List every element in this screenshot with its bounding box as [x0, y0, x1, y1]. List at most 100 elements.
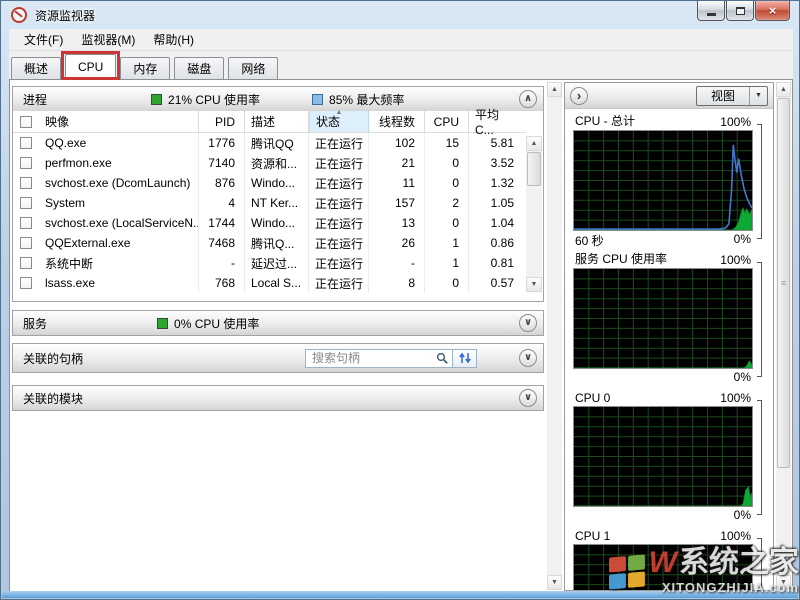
right-pane-scrollbar[interactable]: ▲ ≡ ▼ [776, 82, 791, 590]
row-checkbox[interactable] [20, 217, 32, 229]
scroll-down-icon[interactable]: ▼ [547, 575, 562, 590]
column-header-desc[interactable]: 描述 [245, 111, 309, 132]
process-section: 进程 21% CPU 使用率 85% 最大频率 ∧ 映像 PID 描述 状态 ▲ 线程数 C… [12, 86, 544, 302]
column-header-cpu[interactable]: CPU [425, 111, 469, 132]
services-expand-button[interactable]: ∨ [519, 314, 537, 332]
axis-bracket [757, 262, 762, 377]
column-header-pid[interactable]: PID [199, 111, 245, 132]
cell-image: QQ.exe [39, 133, 199, 153]
row-checkbox[interactable] [20, 277, 32, 289]
close-button[interactable]: × [755, 1, 790, 21]
cell-image: svchost.exe (DcomLaunch) [39, 173, 199, 193]
maximize-icon [735, 6, 745, 15]
cell-cpu: 1 [425, 233, 469, 253]
menu-item-2[interactable]: 帮助(H) [144, 29, 203, 50]
sort-asc-icon: ▲ [335, 109, 343, 116]
table-row[interactable]: System 4 NT Ker... 正在运行 157 2 1.05 [13, 193, 526, 213]
axis-bracket [757, 400, 762, 515]
row-checkbox[interactable] [20, 177, 32, 189]
scroll-down-icon[interactable]: ▼ [526, 277, 542, 292]
menu-item-1[interactable]: 监视器(M) [72, 29, 144, 50]
column-header-status[interactable]: 状态 ▲ [309, 109, 369, 132]
row-checkbox[interactable] [20, 137, 32, 149]
search-icon[interactable] [436, 352, 449, 365]
scroll-up-icon[interactable]: ▲ [547, 82, 562, 97]
chevron-up-icon: ∧ [523, 93, 533, 104]
refresh-search-button[interactable] [453, 348, 477, 368]
graph-canvas [573, 544, 753, 590]
row-checkbox[interactable] [20, 197, 32, 209]
cpu-usage-legend: 21% CPU 使用率 [151, 91, 260, 108]
table-row[interactable]: QQExternal.exe 7468 腾讯Q... 正在运行 26 1 0.86 [13, 233, 526, 253]
column-header-img[interactable]: 映像 [39, 111, 199, 132]
table-row[interactable]: QQ.exe 1776 腾讯QQ 正在运行 102 15 5.81 [13, 133, 526, 153]
cell-image: svchost.exe (LocalServiceN... [39, 213, 199, 233]
cell-image: lsass.exe [39, 273, 199, 293]
row-checkbox-cell [13, 133, 39, 153]
cell-cpu: 0 [425, 273, 469, 293]
cell-avg: 1.04 [490, 216, 514, 230]
modules-expand-button[interactable]: ∨ [519, 389, 537, 407]
maximize-button[interactable] [726, 1, 754, 21]
menu-item-0[interactable]: 文件(F) [15, 29, 72, 50]
cell-avg: 0.81 [490, 256, 514, 270]
tab-概述[interactable]: 概述 [11, 57, 62, 79]
graph-title: CPU - 总计 [575, 114, 636, 128]
scrollbar-thumb[interactable] [527, 152, 541, 186]
tab-网络[interactable]: 网络 [228, 57, 279, 79]
scrollbar-thumb[interactable]: ≡ [777, 98, 790, 468]
resource-monitor-window: 资源监视器 × 文件(F) 监视器(M) 帮助(H) 概述 CPU 内存 磁盘 网络 进程 … [0, 0, 800, 600]
services-cpu-label: 0% CPU 使用率 [174, 316, 260, 331]
dropdown-arrow-icon[interactable]: ▼ [749, 86, 767, 105]
collapse-panel-button[interactable]: › [570, 86, 588, 105]
views-button[interactable]: 视图 ▼ [695, 85, 768, 106]
column-header-threads[interactable]: 线程数 [369, 111, 425, 132]
table-row[interactable]: svchost.exe (DcomLaunch) 876 Windo... 正在运行 1… [13, 173, 526, 193]
handle-search-box [305, 348, 453, 368]
tab-磁盘[interactable]: 磁盘 [174, 57, 225, 79]
scroll-up-icon[interactable]: ▲ [776, 82, 791, 97]
graph-top-label: 100% [720, 391, 751, 405]
process-table-header: 映像 PID 描述 状态 ▲ 线程数 CPU 平均 C... [13, 108, 526, 137]
handles-expand-button[interactable]: ∨ [519, 349, 537, 367]
cpu-usage-swatch [151, 93, 163, 105]
tab-内存[interactable]: 内存 [120, 57, 171, 79]
graphs-panel-header: › 视图 ▼ [565, 83, 773, 109]
services-section-header: 服务 0% CPU 使用率 ∨ [13, 311, 543, 335]
column-header-avg[interactable]: 平均 C... [469, 108, 523, 137]
cell-threads: 157 [369, 193, 425, 213]
handle-search-input[interactable] [312, 351, 436, 365]
views-button-label: 视图 [710, 89, 735, 103]
process-collapse-button[interactable]: ∧ [519, 90, 537, 108]
row-checkbox[interactable] [20, 257, 32, 269]
table-row[interactable]: lsass.exe 768 Local S... 正在运行 8 0 0.57 [13, 273, 526, 293]
scroll-down-icon[interactable]: ▼ [776, 575, 791, 590]
cell-pid: 1776 [199, 133, 245, 153]
scroll-up-icon[interactable]: ▲ [526, 136, 542, 151]
services-section-title: 服务 [23, 316, 48, 331]
cell-cpu: 15 [425, 133, 469, 153]
row-checkbox[interactable] [20, 157, 32, 169]
left-pane-scrollbar[interactable]: ▲ ▼ [547, 82, 562, 590]
tab-CPU[interactable]: CPU [60, 51, 121, 80]
cell-desc: 资源和... [245, 153, 309, 173]
cell-pid: 7140 [199, 153, 245, 173]
titlebar: 资源监视器 × [1, 1, 799, 29]
cell-status: 正在运行 [309, 273, 369, 293]
graph-top-label: 100% [720, 529, 751, 543]
cell-threads: 21 [369, 153, 425, 173]
table-row[interactable]: svchost.exe (LocalServiceN... 1744 Windo..… [13, 213, 526, 233]
minimize-button[interactable] [697, 1, 725, 21]
services-cpu-swatch [157, 317, 169, 329]
table-row[interactable]: 系统中断 - 延迟过... 正在运行 -1 0.81 [13, 253, 526, 273]
handles-section-title: 关联的句柄 [23, 351, 84, 366]
close-icon: × [768, 3, 777, 18]
graph-bottom-row: 60 秒 0% [573, 231, 753, 248]
process-table-scrollbar[interactable]: ▲ ▼ [526, 136, 542, 292]
row-checkbox[interactable] [20, 237, 32, 249]
cell-status: 正在运行 [309, 193, 369, 213]
cell-image: System [39, 193, 199, 213]
graph-3: CPU 1 100% [573, 529, 765, 590]
select-all-checkbox[interactable] [20, 115, 32, 128]
table-row[interactable]: perfmon.exe 7140 资源和... 正在运行 21 0 3.52 [13, 153, 526, 173]
